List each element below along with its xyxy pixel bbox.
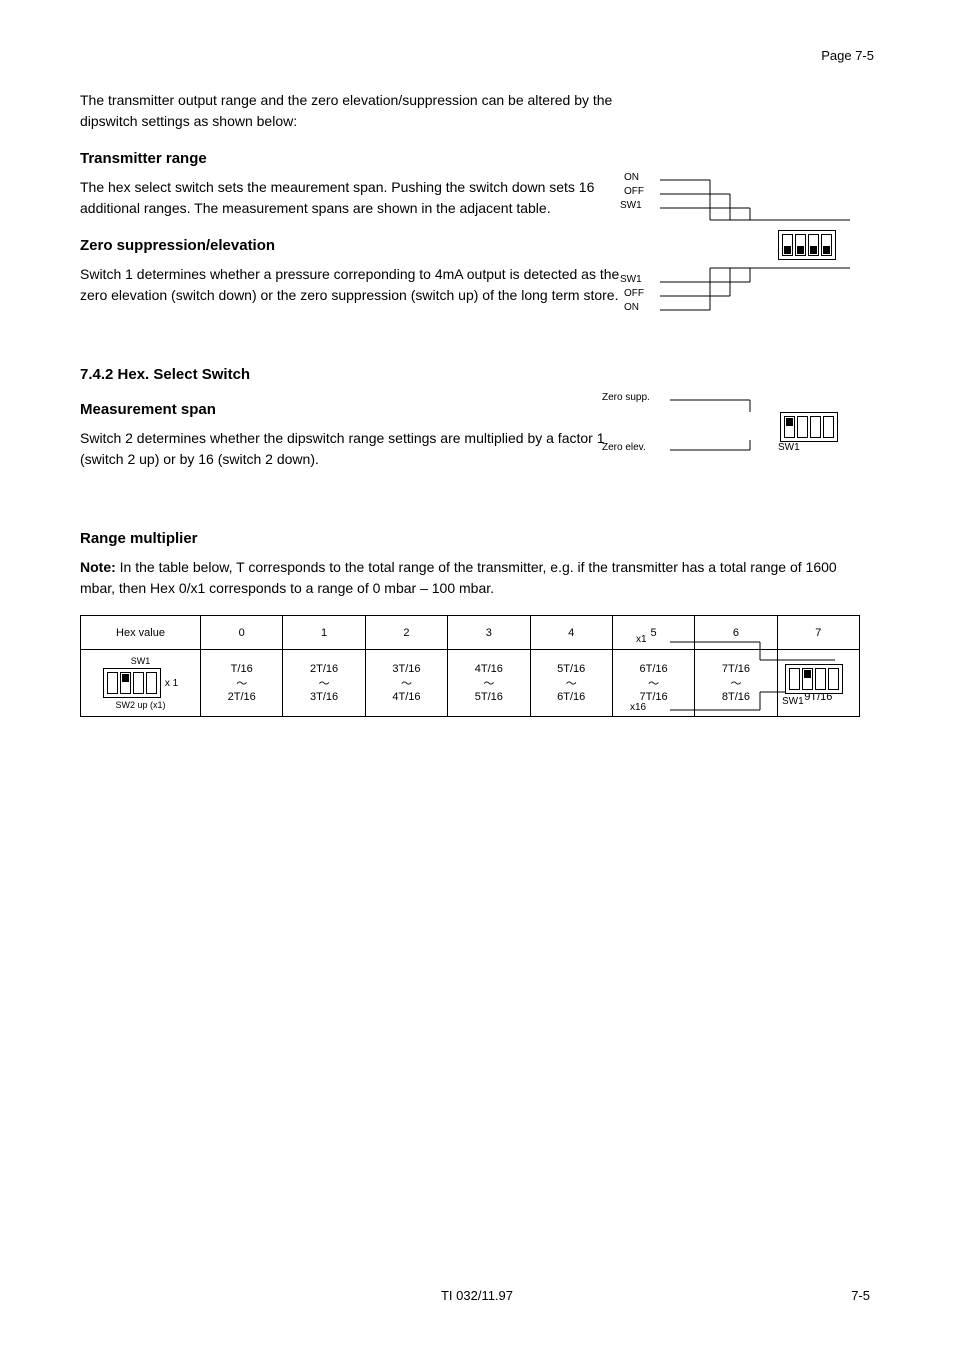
para-transmitter-range: The hex select switch sets the meauremen… xyxy=(80,177,620,219)
th-0: 0 xyxy=(201,616,283,650)
note-body: In the table below, T corresponds to the… xyxy=(80,559,837,596)
label-x16: x16 xyxy=(630,702,646,713)
td-c4: 5T/16～6T/16 xyxy=(530,650,612,717)
label-x1: x1 xyxy=(636,634,647,645)
label-off-upper: OFF xyxy=(624,186,644,197)
th-2: 2 xyxy=(365,616,447,650)
note-multiplier: Note: In the table below, T corresponds … xyxy=(80,557,874,599)
dipswitch-zero-icon xyxy=(780,412,838,442)
heading-multiplier: Range multiplier xyxy=(80,530,874,547)
td-c2: 3T/16～4T/16 xyxy=(365,650,447,717)
th-4: 4 xyxy=(530,616,612,650)
label-sw1-zero: SW1 xyxy=(778,442,800,453)
intro-paragraph: The transmitter output range and the zer… xyxy=(80,90,620,132)
dipswitch-span-icon xyxy=(785,664,843,694)
th-3: 3 xyxy=(448,616,530,650)
label-on-lower: ON xyxy=(624,302,639,313)
td-c3: 4T/16～5T/16 xyxy=(448,650,530,717)
note-label: Note: xyxy=(80,559,116,575)
row-label-bot: SW2 up (x1) xyxy=(115,700,165,710)
para-span: Switch 2 determines whether the dipswitc… xyxy=(80,428,620,470)
dipswitch-table-icon xyxy=(103,668,161,698)
td-c0: T/16～2T/16 xyxy=(201,650,283,717)
footer-model: TI 032/11.97 xyxy=(441,1288,513,1303)
figure-span-dipswitch: x1 x16 SW1 xyxy=(660,620,870,730)
label-sw1-upper: SW1 xyxy=(620,200,642,211)
row-x1: x 1 xyxy=(165,678,178,689)
label-zero-supp: Zero supp. xyxy=(602,392,650,403)
label-off-lower: OFF xyxy=(624,288,644,299)
page-number-top: Page 7-5 xyxy=(821,48,874,63)
th-hexvalue: Hex value xyxy=(81,616,201,650)
row-label-top: SW1 xyxy=(131,656,151,666)
figure-zero-dipswitch: Zero supp. Zero elev. SW1 xyxy=(660,380,870,470)
label-zero-elev: Zero elev. xyxy=(602,442,646,453)
label-on-upper: ON xyxy=(624,172,639,183)
td-c1: 2T/16～3T/16 xyxy=(283,650,365,717)
dipswitch-range-icon xyxy=(778,230,836,260)
label-sw1-lower: SW1 xyxy=(620,274,642,285)
label-sw1-span: SW1 xyxy=(782,696,804,707)
figure-range-dipswitch: ON OFF SW1 SW1 OFF ON xyxy=(650,160,870,330)
td-dipswitch: SW1 x 1 SW2 up (x1) xyxy=(81,650,201,717)
th-1: 1 xyxy=(283,616,365,650)
footer-page: 7-5 xyxy=(851,1288,870,1303)
para-zero: Switch 1 determines whether a pressure c… xyxy=(80,264,620,306)
